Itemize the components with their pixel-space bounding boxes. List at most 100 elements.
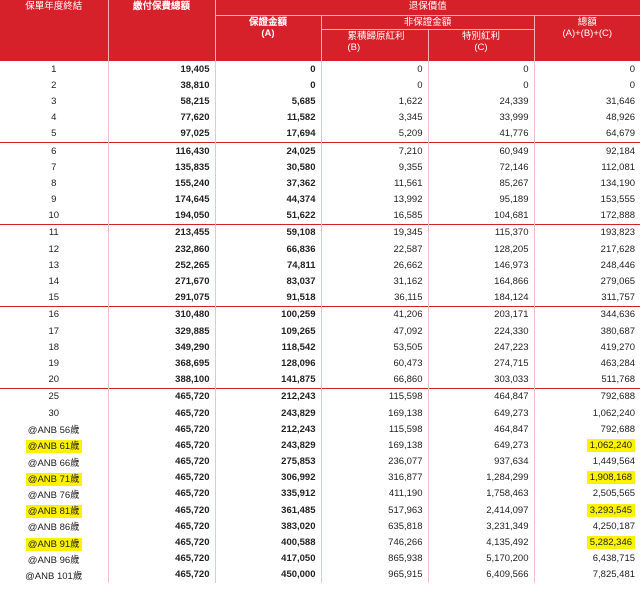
- cell-reversionary-bonus: 517,963: [320, 502, 428, 519]
- cell-policy-year: 30: [48, 407, 60, 419]
- cell-policy-year: 4: [51, 112, 57, 124]
- header-guaranteed-label: 保證金額: [248, 17, 287, 28]
- table-row: @ANB 56歲 465,720 212,243 115,598 464,847 792,…: [0, 421, 640, 438]
- cell-reversionary-bonus: 19,345: [320, 223, 428, 242]
- cell-total: 64,679: [533, 125, 640, 143]
- table-row: @ANB 81歲 465,720 361,485 517,963 2,414,097 3,…: [0, 502, 640, 519]
- table-row: @ANB 66歲 465,720 275,853 236,077 937,634 1,44…: [0, 453, 640, 470]
- cell-total: 31,646: [533, 93, 640, 110]
- cell-total-premium: 465,720: [107, 485, 215, 503]
- cell-policy-year: @ANB 56歲: [27, 425, 80, 437]
- cell-total-premium: 58,215: [107, 93, 215, 110]
- highlight-mark: @ANB 61歲: [25, 440, 82, 454]
- cell-special-bonus: 3,231,349: [427, 518, 534, 535]
- header-reversionary-bonus: 累積歸原紅利 (B): [320, 29, 428, 61]
- cell-total: 217,628: [533, 241, 640, 258]
- cell-guaranteed: 30,580: [214, 159, 321, 176]
- cell-total: 1,908,168: [533, 469, 640, 486]
- cell-special-bonus: 0: [427, 61, 534, 78]
- cell-special-bonus: 224,330: [427, 323, 534, 340]
- cell-total: 153,555: [533, 191, 640, 208]
- cell-total-premium: 174,645: [107, 191, 215, 208]
- cell-reversionary-bonus: 169,138: [320, 437, 428, 454]
- cell-total-premium: 291,075: [107, 289, 215, 307]
- cell-policy-year: @ANB 91歲: [0, 534, 108, 551]
- cell-guaranteed: 66,836: [214, 241, 321, 258]
- cell-total-premium: 465,720: [107, 502, 215, 519]
- cell-total-premium: 97,025: [107, 125, 215, 143]
- cell-policy-year: 17: [48, 325, 60, 337]
- cell-total-premium: 465,720: [107, 387, 215, 405]
- cell-total-premium: 135,835: [107, 159, 215, 176]
- cell-policy-year: 9: [51, 194, 57, 206]
- cell-policy-year: 3: [51, 95, 57, 107]
- table-row: 25 465,720 212,243 115,598 464,847 792,688: [0, 387, 640, 405]
- cell-policy-year: 6: [0, 141, 108, 160]
- table-row: 30 465,720 243,829 169,138 649,273 1,062,240: [0, 404, 640, 422]
- cell-guaranteed: 128,096: [214, 355, 321, 372]
- cell-guaranteed: 100,259: [214, 305, 321, 323]
- header-total-label: 總額: [577, 17, 597, 28]
- cell-policy-year: @ANB 86歲: [27, 522, 80, 534]
- cell-special-bonus: 0: [427, 77, 534, 94]
- cell-guaranteed: 306,992: [214, 469, 321, 486]
- cell-guaranteed: 118,542: [214, 339, 321, 356]
- cell-special-bonus: 60,949: [427, 141, 534, 160]
- cell-special-bonus: 1,284,299: [427, 469, 534, 486]
- cell-total: 5,282,346: [533, 534, 640, 551]
- cell-policy-year: @ANB 71歲: [0, 470, 108, 486]
- cell-total-premium: 368,695: [107, 355, 215, 372]
- cell-total: 48,926: [533, 109, 640, 126]
- cell-reversionary-bonus: 169,138: [320, 404, 428, 422]
- surrender-value-table: 保單年度終結 繳付保費總額 退保價值 保證金額 (A) 非保證金額 總額 (A)…: [0, 0, 640, 583]
- table-header: 保單年度終結 繳付保費總額 退保價值 保證金額 (A) 非保證金額 總額 (A)…: [0, 0, 640, 61]
- cell-guaranteed: 450,000: [214, 566, 321, 583]
- cell-reversionary-bonus: 22,587: [320, 241, 428, 258]
- header-special-label: 特別紅利: [461, 31, 500, 42]
- highlight-mark: 3,293,545: [586, 503, 636, 517]
- table-row: @ANB 71歲 465,720 306,992 316,877 1,284,299 1,…: [0, 469, 640, 486]
- table-row: 16 310,480 100,259 41,206 203,171 344,636: [0, 305, 640, 323]
- cell-policy-year: 7: [51, 161, 57, 173]
- cell-special-bonus: 649,273: [427, 404, 534, 422]
- cell-total: 511,768: [533, 371, 640, 389]
- cell-policy-year: @ANB 66歲: [27, 457, 80, 469]
- header-total-formula: (A)+(B)+(C): [562, 28, 613, 39]
- cell-guaranteed: 44,374: [214, 191, 321, 208]
- cell-guaranteed: 400,588: [214, 534, 321, 551]
- cell-total-premium: 232,860: [107, 241, 215, 258]
- cell-total: 4,250,187: [533, 518, 640, 535]
- cell-guaranteed: 5,685: [214, 93, 321, 110]
- cell-special-bonus: 72,146: [427, 159, 534, 176]
- highlight-mark: 5,282,346: [586, 536, 636, 550]
- cell-guaranteed: 383,020: [214, 518, 321, 535]
- cell-policy-year: @ANB 96歲: [27, 554, 80, 566]
- cell-reversionary-bonus: 36,115: [320, 289, 428, 307]
- cell-guaranteed: 275,853: [214, 453, 321, 470]
- cell-guaranteed: 59,108: [214, 223, 321, 242]
- cell-total: 112,081: [533, 159, 640, 176]
- table-row: 10 194,050 51,622 16,585 104,681 172,888: [0, 207, 640, 225]
- header-guaranteed: 保證金額 (A): [214, 15, 321, 61]
- cell-special-bonus: 6,409,566: [427, 566, 534, 583]
- cell-guaranteed: 141,875: [214, 371, 321, 389]
- cell-guaranteed: 0: [214, 77, 321, 94]
- header-guaranteed-code: (A): [261, 28, 275, 39]
- table-row: 19 368,695 128,096 60,473 274,715 463,284: [0, 355, 640, 372]
- cell-guaranteed: 0: [214, 61, 321, 78]
- cell-policy-year: 8: [51, 177, 57, 189]
- cell-policy-year: @ANB 81歲: [0, 502, 108, 519]
- cell-reversionary-bonus: 746,266: [320, 534, 428, 551]
- cell-guaranteed: 335,912: [214, 485, 321, 503]
- cell-special-bonus: 41,776: [427, 125, 534, 143]
- cell-total-premium: 465,720: [107, 534, 215, 551]
- table-row: 8 155,240 37,362 11,561 85,267 134,190: [0, 175, 640, 192]
- cell-special-bonus: 164,866: [427, 273, 534, 290]
- cell-total-premium: 388,100: [107, 371, 215, 389]
- cell-total-premium: 465,720: [107, 453, 215, 470]
- cell-special-bonus: 5,170,200: [427, 550, 534, 567]
- cell-reversionary-bonus: 865,938: [320, 550, 428, 567]
- highlight-mark: @ANB 91歲: [25, 537, 82, 551]
- cell-special-bonus: 937,634: [427, 453, 534, 470]
- cell-total: 2,505,565: [533, 485, 640, 503]
